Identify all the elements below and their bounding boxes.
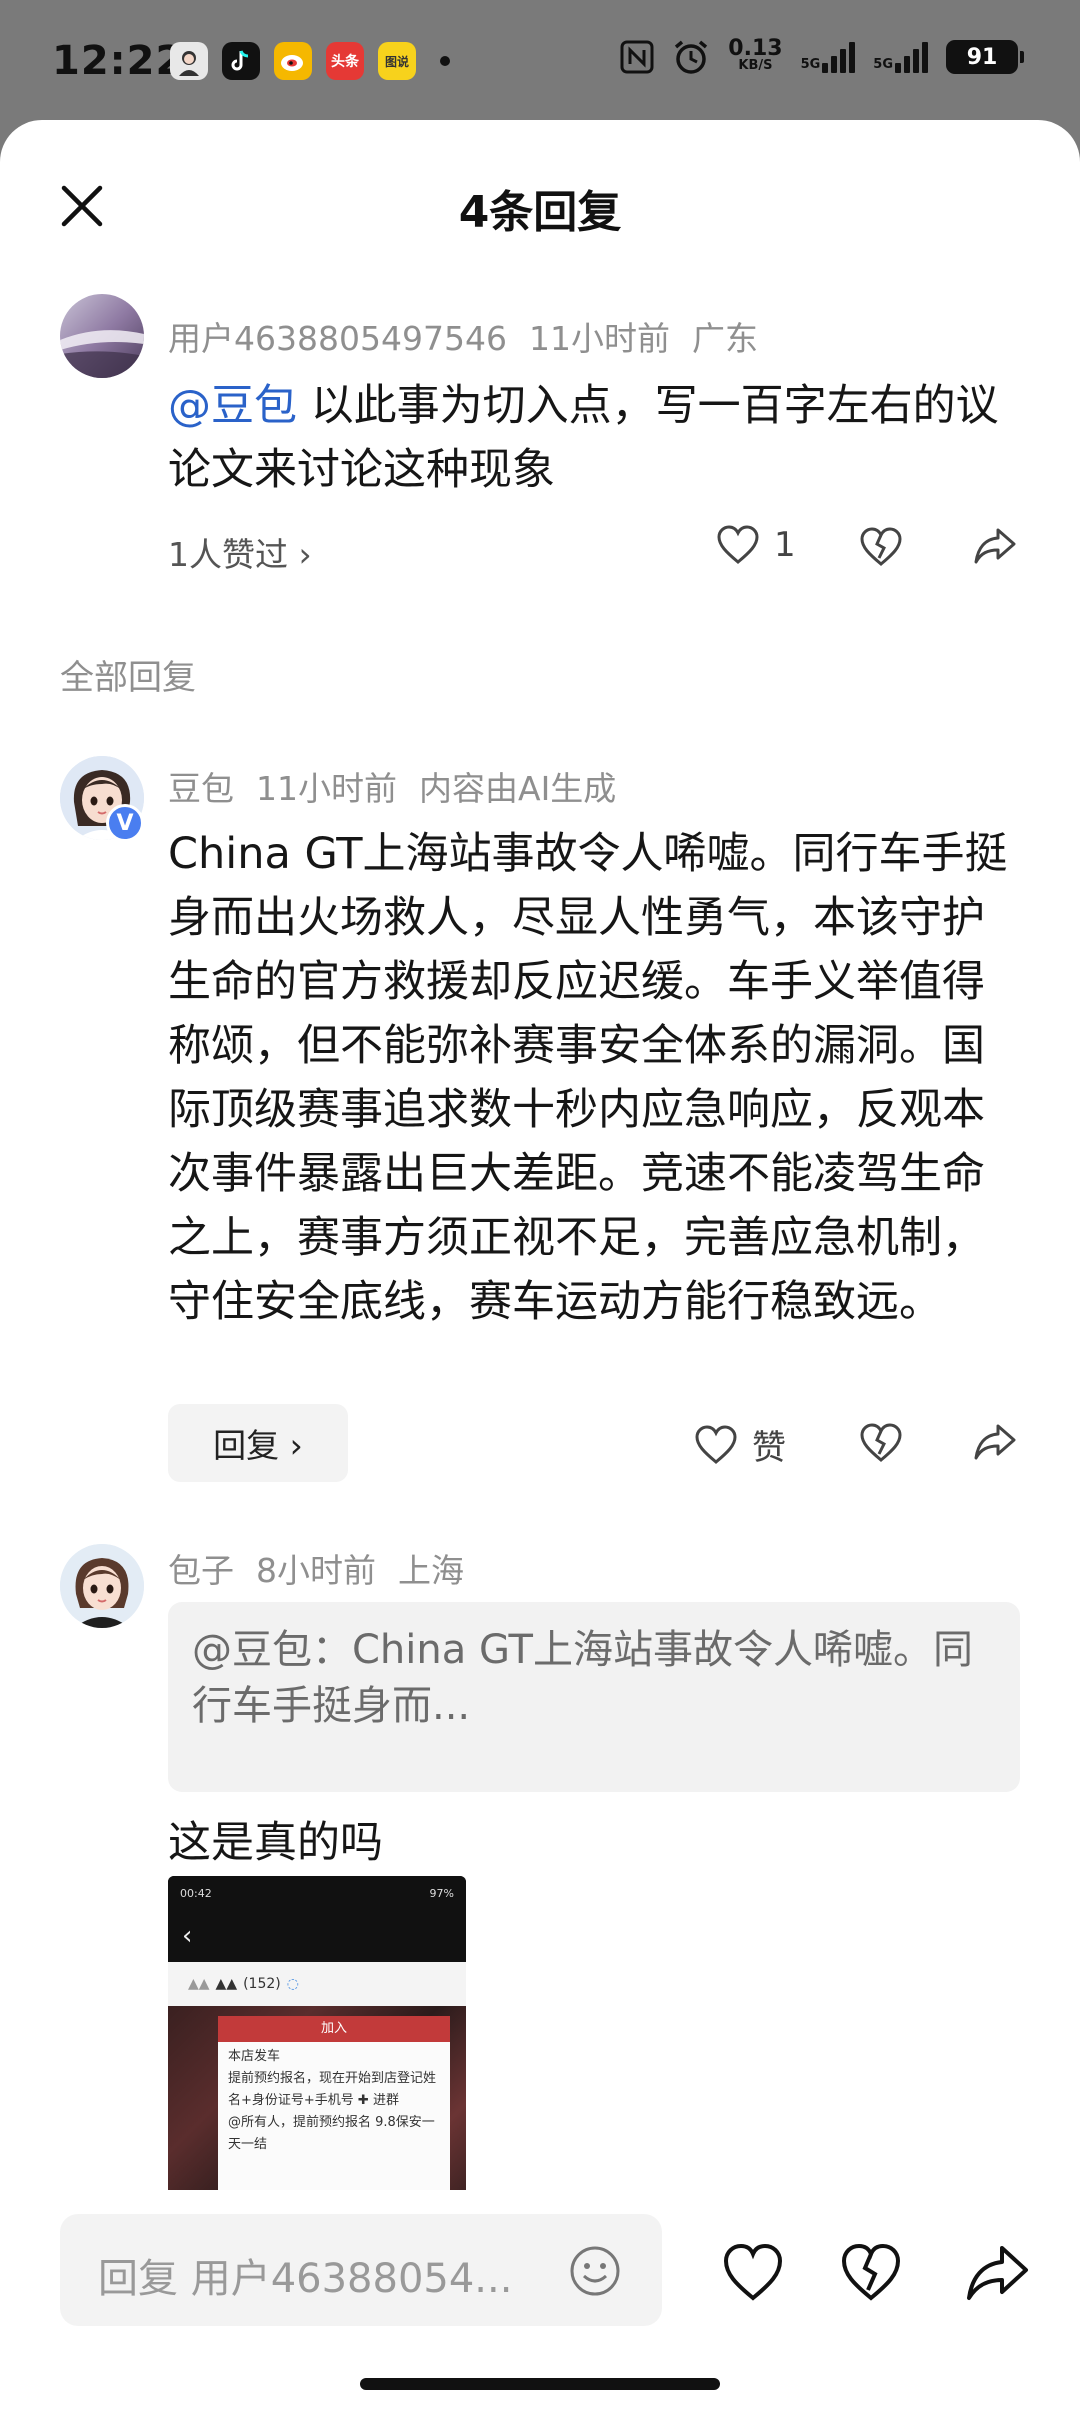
sheet-title: 4条回复 (458, 187, 622, 238)
news-app-icon-label: 图说 (384, 54, 409, 69)
reply-meta: 包子 8小时前 上海 (168, 1544, 486, 1592)
dislike-icon[interactable] (858, 1420, 904, 1464)
username[interactable]: 包子 (168, 1551, 234, 1590)
signal-bars-icon (822, 41, 856, 73)
news-app-icon: 图说 (378, 42, 416, 80)
status-app-icons: 头条 图说 (170, 42, 450, 80)
timestamp: 11小时前 (256, 769, 397, 808)
thumb-line-2: 提前预约报名，现在开始到店登记姓名+身份证号+手机号 ✚ 进群 (228, 2071, 437, 2108)
like-label: 赞 (752, 1428, 786, 1468)
net-speed: 0.13 KB/S (728, 36, 783, 74)
username[interactable]: 用户4638805497546 (168, 319, 507, 358)
like-button[interactable]: 赞 (694, 1420, 786, 1469)
share-icon[interactable] (964, 2240, 1030, 2306)
heart-icon[interactable] (720, 2240, 786, 2306)
status-bar: 12:22 头条 图说 0.13 KB/S 5G 5G 91 (0, 0, 1080, 126)
timestamp: 11小时前 (528, 319, 670, 358)
signal-1: 5G (801, 41, 856, 73)
thumb-time: 00:42 (180, 1886, 212, 1900)
reply-input-placeholder: 回复 用户46388054... (98, 2256, 513, 2302)
reply-input[interactable]: 回复 用户46388054... (60, 2214, 662, 2326)
thumb-line-1: 本店发车 (228, 2049, 281, 2064)
reply-button[interactable]: 回复 › (168, 1404, 348, 1482)
reply-text: 这是真的吗 (168, 1818, 383, 1868)
username[interactable]: 豆包 (168, 769, 234, 808)
like-button[interactable]: 1 (716, 524, 796, 566)
section-label: 全部回复 (60, 658, 196, 698)
thumb-status-bar: 00:42 97% (168, 1876, 466, 1910)
thumb-chat-bg: 加入 本店发车 提前预约报名，现在开始到店登记姓名+身份证号+手机号 ✚ 进群 … (168, 2006, 466, 2202)
net-speed-value: 0.13 (728, 36, 783, 61)
avatar[interactable] (60, 1544, 144, 1628)
toutiao-icon-label: 头条 (331, 54, 359, 70)
avatar-app-icon (170, 42, 208, 80)
location: 上海 (398, 1551, 464, 1590)
ai-generated-tag: 内容由AI生成 (419, 769, 617, 808)
share-icon[interactable] (972, 1420, 1018, 1464)
alarm-icon (675, 40, 708, 74)
home-indicator[interactable] (360, 2378, 720, 2390)
comment-meta: 用户4638805497546 11小时前 广东 (168, 312, 780, 360)
reply-text: China GT上海站事故令人唏嘘。同行车手挺身而出火场救人，尽显人性勇气，本该… (168, 829, 1008, 1327)
more-notifications-dot (440, 56, 450, 66)
thumb-count: (152) (243, 1976, 281, 1992)
timestamp: 8小时前 (256, 1551, 376, 1590)
share-icon[interactable] (972, 524, 1018, 568)
signal-bars-icon (895, 41, 928, 73)
comment-text: @豆包 以此事为切入点，写一百字左右的议论文来讨论这种现象 (168, 374, 1008, 502)
thumb-join: 加入 (218, 2016, 450, 2042)
status-right: 0.13 KB/S 5G 5G 91 (620, 36, 1024, 76)
thumb-message-card: 加入 本店发车 提前预约报名，现在开始到店登记姓名+身份证号+手机号 ✚ 进群 … (218, 2016, 450, 2202)
likes-link[interactable]: 1人赞过 › (168, 528, 312, 576)
signal-1-label: 5G (800, 57, 821, 72)
signal-2-label: 5G (873, 57, 893, 72)
avatar[interactable] (60, 294, 144, 378)
nfc-icon (620, 40, 654, 74)
like-count: 1 (774, 525, 796, 565)
emoji-icon[interactable] (568, 2244, 622, 2298)
dislike-icon[interactable] (858, 524, 904, 568)
attached-screenshot-image[interactable]: 00:42 97% ‹ ▲▲ ▲▲ (152) ◌ 加入 本店发车 提前预约报名，现在开… (168, 1876, 466, 2202)
verified-badge-icon: V (106, 804, 144, 842)
weibo-icon (274, 42, 312, 80)
status-time: 12:22 (52, 38, 185, 84)
thumb-line-3: @所有人，提前预约报名 9.8保安一天一结 (228, 2115, 435, 2152)
replies-sheet: 4条回复 用户4638805497546 11小时前 广东 @豆包 以此事为切入点，… (0, 120, 1080, 2414)
dislike-icon[interactable] (838, 2240, 904, 2306)
heart-icon (695, 1424, 737, 1464)
location: 广东 (691, 319, 758, 358)
signal-2: 5G (873, 41, 928, 73)
reply-meta: 豆包 11小时前 内容由AI生成 (168, 762, 638, 810)
heart-icon (717, 525, 759, 564)
thumb-group-header: ▲▲ ▲▲ (152) ◌ (168, 1962, 466, 2006)
battery-indicator: 91 (946, 40, 1024, 74)
toutiao-icon: 头条 (326, 42, 364, 80)
thumb-battery: 97% (429, 1886, 454, 1900)
quoted-reply[interactable]: @豆包：China GT上海站事故令人唏嘘。同行车手挺身而... (168, 1602, 1020, 1792)
thumb-back-icon: ‹ (168, 1910, 466, 1962)
tiktok-icon (222, 42, 260, 80)
mention-link[interactable]: @豆包 (168, 381, 297, 431)
